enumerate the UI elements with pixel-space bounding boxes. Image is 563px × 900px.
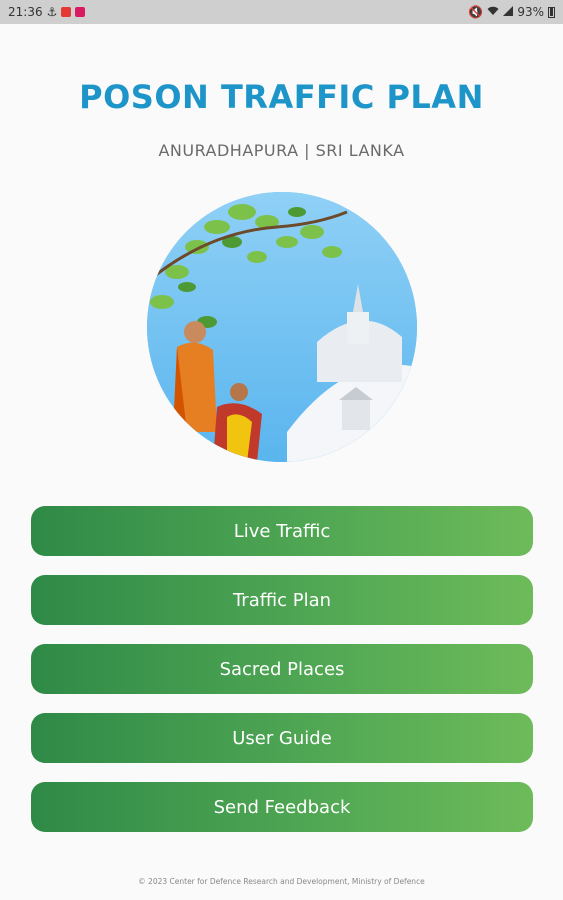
battery-text: 93% (517, 5, 544, 19)
app-notification-icon (75, 7, 86, 17)
status-bar: 21:36 ⚓ 🔇 93% (0, 0, 563, 24)
hero-illustration (147, 192, 417, 462)
live-traffic-button[interactable]: Live Traffic (31, 506, 533, 556)
status-right: 🔇 93% (468, 5, 555, 19)
sacred-places-button[interactable]: Sacred Places (31, 644, 533, 694)
signal-icon (503, 5, 514, 19)
page-subtitle: ANURADHAPURA | SRI LANKA (158, 141, 405, 160)
app-notification-icon (61, 7, 72, 17)
wifi-icon (487, 5, 499, 19)
hero-illustration-art (147, 192, 417, 462)
battery-icon (548, 6, 555, 18)
user-guide-button[interactable]: User Guide (31, 713, 533, 763)
send-feedback-button[interactable]: Send Feedback (31, 782, 533, 832)
usb-icon: ⚓ (46, 5, 58, 19)
page-title: POSON TRAFFIC PLAN (79, 78, 484, 116)
status-left: 21:36 ⚓ (8, 5, 86, 19)
footer-copyright: © 2023 Center for Defence Research and D… (138, 877, 425, 886)
mute-icon: 🔇 (468, 5, 484, 19)
traffic-plan-button[interactable]: Traffic Plan (31, 575, 533, 625)
status-time: 21:36 (8, 5, 43, 19)
